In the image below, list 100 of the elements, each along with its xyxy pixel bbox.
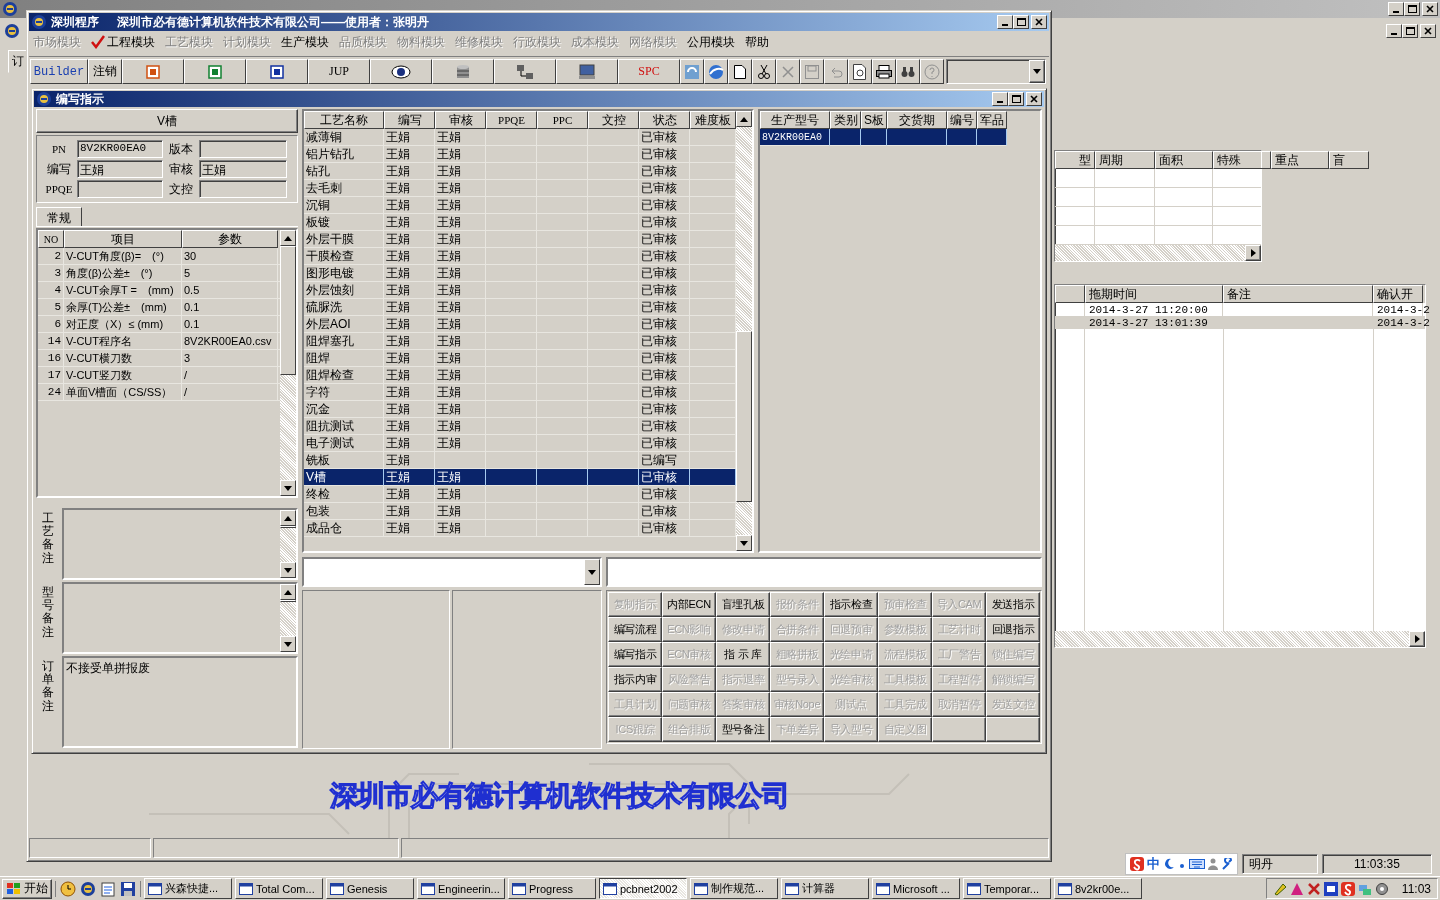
close-button[interactable]	[1031, 15, 1047, 29]
toolbar-button[interactable]	[494, 59, 556, 84]
column-header[interactable]: NO	[38, 230, 64, 248]
menu-item[interactable]: 生产模块	[281, 33, 329, 51]
input-field[interactable]: 8V2KR00EA0	[77, 140, 163, 158]
column-header[interactable]: 面积	[1155, 151, 1213, 169]
text-area[interactable]	[62, 582, 298, 654]
table-row[interactable]: 减薄铜 王娟 王娟 已审核	[304, 129, 736, 146]
taskbar-button[interactable]: 制作规范...	[690, 878, 778, 899]
minimize-button[interactable]	[1388, 2, 1404, 16]
column-header[interactable]: 项目	[64, 230, 182, 248]
column-header[interactable]: 编号	[947, 111, 977, 129]
toolbar-button[interactable]	[370, 59, 432, 84]
scrollbar[interactable]	[280, 510, 296, 578]
close-button[interactable]	[1420, 24, 1436, 38]
table-row[interactable]: 图形电镀 王娟 王娟 已审核	[304, 265, 736, 282]
scrollbar[interactable]	[280, 584, 296, 652]
column-header[interactable]: 类别	[830, 111, 861, 129]
toolbar-button[interactable]	[704, 59, 728, 84]
input-field[interactable]	[199, 140, 287, 158]
taskbar-button[interactable]: Progress	[508, 878, 596, 899]
column-header[interactable]: S板	[861, 111, 887, 129]
toolbar-button[interactable]	[184, 59, 246, 84]
table-row[interactable]: 干膜检查 王娟 王娟 已审核	[304, 248, 736, 265]
minimize-button[interactable]	[1386, 24, 1402, 38]
action-button[interactable]: 指示内审	[608, 667, 662, 692]
scrollbar[interactable]	[280, 230, 296, 496]
action-button[interactable]: 发送指示	[986, 592, 1040, 617]
taskbar-button[interactable]: Genesis	[326, 878, 414, 899]
taskbar-button[interactable]: Temporar...	[963, 878, 1051, 899]
menu-item[interactable]: 工程模块	[91, 33, 155, 51]
maximize-button[interactable]	[1404, 2, 1420, 16]
table-row[interactable]: 8V2KR00EA0	[760, 129, 1007, 146]
text-area[interactable]	[62, 508, 298, 580]
table-row[interactable]: 包装 王娟 王娟 已审核	[304, 503, 736, 520]
column-header[interactable]: 参数	[182, 230, 278, 248]
logout-button[interactable]: 注销	[88, 59, 122, 84]
input-field[interactable]	[199, 180, 287, 198]
undo-button[interactable]	[824, 59, 848, 84]
column-header[interactable]: PPQE	[486, 111, 537, 129]
column-header[interactable]: 编写	[384, 111, 435, 129]
menu-item[interactable]: 公用模块	[687, 33, 735, 51]
column-header[interactable]: 特殊	[1213, 151, 1271, 169]
action-button[interactable]: 盲埋孔板	[716, 592, 770, 617]
text-area[interactable]: 不接受单拼报废	[62, 656, 298, 748]
table-row[interactable]: 沉金 王娟 王娟 已审核	[304, 401, 736, 418]
save-button[interactable]	[800, 59, 824, 84]
ime-mode-label[interactable]: 中	[1147, 855, 1160, 873]
column-header[interactable]: 状态	[639, 111, 690, 129]
input-field[interactable]: 王娟	[199, 160, 287, 178]
start-button[interactable]: 开始	[2, 878, 52, 899]
menu-item[interactable]: 帮助	[745, 33, 769, 51]
taskbar-button[interactable]: 8v2kr00e...	[1054, 878, 1142, 899]
taskbar-button[interactable]: pcbnet2002	[599, 878, 687, 899]
help-button[interactable]	[920, 59, 944, 84]
column-header[interactable]: 生产型号	[760, 111, 830, 129]
column-header[interactable]: 审核	[435, 111, 486, 129]
preview-button[interactable]	[848, 59, 872, 84]
column-header[interactable]: 拖期时间	[1085, 285, 1223, 303]
column-header[interactable]: 工艺名称	[304, 111, 384, 129]
column-header[interactable]: PPC	[537, 111, 588, 129]
builder-button[interactable]: Builder	[30, 59, 88, 84]
jup-button[interactable]: JUP	[308, 59, 370, 84]
maximize-button[interactable]	[1008, 92, 1024, 106]
table-row[interactable]: 外层AOI 王娟 王娟 已审核	[304, 316, 736, 333]
table-row[interactable]: 阻抗测试 王娟 王娟 已审核	[304, 418, 736, 435]
table-row[interactable]: 硫脲洗 王娟 王娟 已审核	[304, 299, 736, 316]
column-header[interactable]: 盲	[1329, 151, 1369, 169]
action-button[interactable]: 内部ECN	[662, 592, 716, 617]
toolbar-button[interactable]	[432, 59, 494, 84]
table-row[interactable]: 成品仓 王娟 王娟 已审核	[304, 520, 736, 537]
table-row[interactable]: 外层蚀刻 王娟 王娟 已审核	[304, 282, 736, 299]
table-row[interactable]: 沉铜 王娟 王娟 已审核	[304, 197, 736, 214]
column-header[interactable]: 文控	[588, 111, 639, 129]
toolbar-button[interactable]	[680, 59, 704, 84]
taskbar-button[interactable]: Total Com...	[235, 878, 323, 899]
minimize-button[interactable]	[992, 92, 1008, 106]
table-row[interactable]: V槽 王娟 王娟 已审核	[304, 469, 736, 486]
table-row[interactable]: 铝片钻孔 王娟 王娟 已审核	[304, 146, 736, 163]
table-row[interactable]: 钻孔 王娟 王娟 已审核	[304, 163, 736, 180]
table-row[interactable]: 阻焊检查 王娟 王娟 已审核	[304, 367, 736, 384]
toolbar-button[interactable]	[122, 59, 184, 84]
input-field[interactable]: 王娟	[77, 160, 163, 178]
column-header[interactable]: 军品	[977, 111, 1007, 129]
taskbar-button[interactable]: 兴森快捷...	[144, 878, 232, 899]
scrollbar[interactable]	[736, 111, 752, 551]
taskbar-button[interactable]: 计算器	[781, 878, 869, 899]
toolbar-button[interactable]	[556, 59, 618, 84]
column-header[interactable]: 重点	[1271, 151, 1329, 169]
cut-button[interactable]	[752, 59, 776, 84]
close-button[interactable]	[1026, 92, 1042, 106]
column-header[interactable]	[1055, 285, 1085, 303]
column-header[interactable]: 难度板	[690, 111, 736, 129]
action-button[interactable]: 指示检查	[824, 592, 878, 617]
column-header[interactable]: 型	[1055, 151, 1095, 169]
table-row[interactable]: 终检 王娟 王娟 已审核	[304, 486, 736, 503]
table-row[interactable]: 去毛刺 王娟 王娟 已审核	[304, 180, 736, 197]
taskbar-button[interactable]: Microsoft ...	[872, 878, 960, 899]
input-field[interactable]	[77, 180, 163, 198]
column-header[interactable]: 交货期	[887, 111, 947, 129]
